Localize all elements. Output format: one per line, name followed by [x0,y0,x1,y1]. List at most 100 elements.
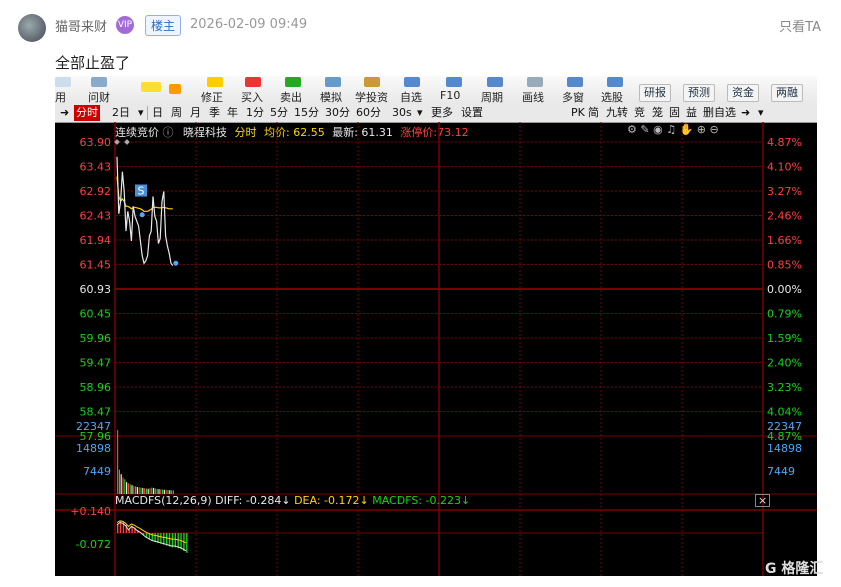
tab-60min[interactable]: 60分 [354,105,383,121]
price-tick-label: 62.43 [80,210,112,223]
tab-year[interactable]: 年 [225,105,240,121]
simulate-icon [325,77,341,87]
percent-tick-label: 3.23% [767,381,802,394]
forecast-button[interactable]: 预测 [683,84,715,102]
funds-button[interactable]: 资金 [727,84,759,102]
percent-tick-label: 3.27% [767,185,802,198]
tab-more[interactable]: 更多 [429,105,455,121]
macd-title: MACDFS(12,26,9) [115,494,212,507]
macd-histogram-bar [117,524,119,533]
toolbar-item-stock-pick[interactable]: 选股 [601,89,623,105]
tab-30s[interactable]: 30s [390,105,414,121]
toolbar-item-watchlist[interactable]: 自选 [400,89,422,105]
volume-bar [138,487,140,494]
watchlist-icon [404,77,420,87]
price-tick-label: 63.43 [80,161,112,174]
dropdown-icon[interactable]: ▾ [415,105,425,121]
tab-settings[interactable]: 设置 [459,105,485,121]
tab-15min[interactable]: 15分 [292,105,321,121]
trade-dot [173,260,179,266]
username[interactable]: 猫哥来财 [55,16,107,35]
tab-5min[interactable]: 5分 [268,105,290,121]
tab-2day[interactable]: 2日 [110,105,132,121]
tab-pk[interactable]: PK [569,105,587,121]
price-tick-label: 60.45 [80,308,112,321]
tab-auction[interactable]: 竞 [632,105,647,121]
only-ta-link[interactable]: 只看TA [779,16,821,35]
toolbar-item-multiwindow[interactable]: 多窗 [562,89,584,105]
trading-terminal: ➜ 分时 2日 ▾ 日 周 月 季 年 1分 5分 15分 30分 60分 30… [55,104,817,576]
tab-day[interactable]: 日 [150,105,165,121]
draw-icon [527,77,543,87]
toolbar-item-draw[interactable]: 画线 [522,89,544,105]
macd-histogram-bar [171,533,174,548]
tab-simple[interactable]: 简 [586,105,601,121]
sell-icon [285,77,301,87]
macd-histogram-bar [160,533,162,544]
tab-1min[interactable]: 1分 [244,105,266,121]
macd-info-line: MACDFS(12,26,9) DIFF: -0.284↓ DEA: -0.17… [115,494,470,507]
tab-benefit[interactable]: 益 [684,105,699,121]
sell-marker-label: S [138,185,145,198]
volume-bar [129,484,131,494]
volume-bar [117,430,119,494]
avatar[interactable] [18,14,46,42]
tab-week[interactable]: 周 [169,105,184,121]
percent-tick-label: 2.40% [767,357,802,370]
margin-button[interactable]: 两融 [771,84,803,102]
macd-dea: DEA: -0.172↓ [294,494,369,507]
tab-cage[interactable]: 笼 [650,105,665,121]
nav-arrow-icon[interactable]: ➜ [739,105,752,121]
toolbar-item-learn[interactable]: 学投资 [355,89,388,105]
trade-dot [139,212,145,218]
tab-30min[interactable]: 30分 [323,105,352,121]
nav-arrow-icon[interactable]: ➜ [58,105,71,121]
tab-month[interactable]: 月 [188,105,203,121]
macd-histogram-bar [174,533,176,548]
price-tick-label: 63.90 [80,136,112,149]
tab-nine-turn[interactable]: 九转 [604,105,630,121]
macd-histogram-bar [186,533,188,553]
macd-tick-label: -0.072 [76,538,111,551]
volume-bar [120,474,122,494]
software-toolbar: 用 问财 修正 买入 卖出 模拟 学投资 自选 F10 周期 画线 多窗 选股 … [55,76,817,105]
tab-fenshi[interactable]: 分时 [74,105,100,121]
tab-season[interactable]: 季 [207,105,222,121]
intraday-chart[interactable]: 63.90 63.43 62.92 62.43 61.94 61.45 60.93 60.45… [55,122,817,576]
percent-tick-label: 4.87% [767,136,802,149]
volume-bar [136,487,138,494]
macd-dea-line [116,520,187,544]
down-arrow-icon [169,84,181,94]
price-tick-label: 61.94 [80,234,112,247]
price-tick-label: 60.93 [80,283,112,296]
toolbar-item-wencai[interactable]: 问财 [88,89,110,105]
close-icon[interactable]: × [755,494,771,507]
macd-histogram-bar [177,533,179,549]
toolbar-item-period[interactable]: 周期 [481,89,503,105]
toolbar-item-sell[interactable]: 卖出 [280,89,302,105]
percent-tick-label: 1.59% [767,332,802,345]
edit-icon [207,77,223,87]
macd-histogram-bar [154,533,156,542]
macd-histogram-bar [165,533,168,546]
research-report-button[interactable]: 研报 [639,84,671,102]
dropdown-icon[interactable]: ▾ [136,105,146,121]
toolbar-item-yong[interactable]: 用 [55,89,66,105]
tab-fixed[interactable]: 固 [667,105,682,121]
comment-icon [141,82,161,92]
dropdown-icon[interactable]: ▾ [756,105,766,121]
stock-pick-icon [607,77,623,87]
toolbar-item-buy[interactable]: 买入 [241,89,263,105]
toolbar-item-f10[interactable]: F10 [440,89,460,102]
price-tick-label: 58.96 [80,381,112,394]
toolbar-item-xiuzheng[interactable]: 修正 [201,89,223,105]
price-tick-label: 59.47 [80,357,112,370]
percent-tick-label: 4.10% [767,161,802,174]
tab-remove-watchlist[interactable]: 删自选 [701,105,738,121]
volume-tick-label: 7449 [83,465,111,478]
percent-tick-label: 0.00% [767,283,802,296]
price-tick-label: 62.92 [80,185,112,198]
price-tick-label: 58.47 [80,406,112,419]
toolbar-item-simulate[interactable]: 模拟 [320,89,342,105]
volume-bar [133,486,135,494]
